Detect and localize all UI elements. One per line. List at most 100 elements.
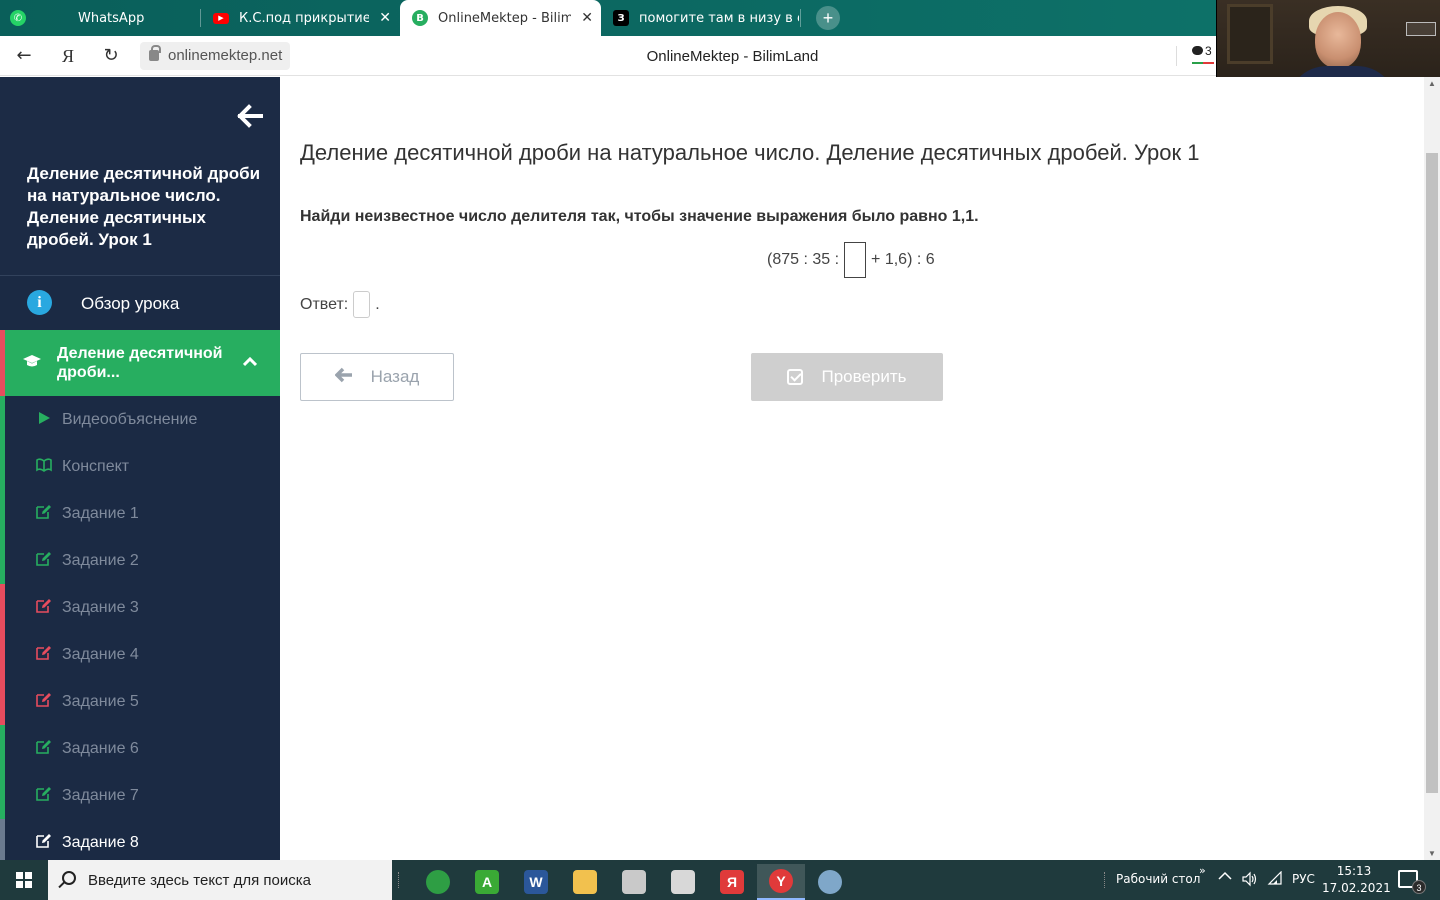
unknown-divisor-box [844, 242, 867, 278]
sidebar-item-6[interactable]: Задание 4 [0, 631, 280, 678]
toolbar-expand-icon[interactable]: » [1199, 864, 1206, 877]
roblox-icon [671, 870, 695, 894]
tray-overflow-icon[interactable] [1218, 870, 1232, 884]
window-restore-icon[interactable] [1406, 22, 1436, 36]
autocad-app[interactable]: A [463, 864, 511, 900]
word-app[interactable]: W [512, 864, 560, 900]
sidebar-lesson-title: Деление десятичной дроби на натуральное … [27, 164, 261, 249]
sidebar-item-10[interactable]: Задание 8 [0, 819, 280, 860]
sidebar-item-4[interactable]: Задание 2 [0, 537, 280, 584]
close-tab-icon[interactable]: ✕ [581, 10, 593, 26]
info-icon: i [27, 290, 52, 315]
edit-icon [36, 833, 52, 852]
section-status-bar [0, 330, 5, 396]
comment-indicator [1192, 62, 1214, 64]
explorer-app[interactable] [561, 864, 609, 900]
expression-right: + 1,6) : 6 [871, 251, 935, 268]
znanija-icon: З [613, 10, 629, 26]
item-status-bar [0, 537, 5, 584]
checkbox-icon [787, 369, 804, 385]
back-button[interactable]: Назад [300, 353, 454, 401]
sidebar-item-overview[interactable]: i Обзор урока [0, 277, 280, 330]
search-icon [62, 871, 76, 885]
sidebar-item-9[interactable]: Задание 7 [0, 772, 280, 819]
toolbar-divider [1176, 46, 1177, 66]
sidebar-item-7[interactable]: Задание 5 [0, 678, 280, 725]
sidebar-item-label: Задание 4 [62, 645, 139, 663]
sidebar-item-label: Задание 6 [62, 739, 139, 757]
sidebar-item-5[interactable]: Задание 3 [0, 584, 280, 631]
background-painting [1227, 4, 1273, 64]
tab-znanija[interactable]: З помогите там в низу в оте [601, 0, 799, 36]
roblox-app[interactable] [659, 864, 707, 900]
new-tab-button[interactable]: + [816, 6, 840, 30]
sidebar-item-2[interactable]: Конспект [0, 443, 280, 490]
chrome-app[interactable] [414, 864, 462, 900]
desktop-toolbar[interactable]: Рабочий стол [1116, 872, 1200, 886]
sidebar-item-label: Задание 1 [62, 504, 139, 522]
check-button[interactable]: Проверить [751, 353, 943, 401]
task-instruction: Найди неизвестное число делителя так, чт… [300, 208, 979, 225]
edit-icon [36, 692, 52, 711]
play-icon [36, 411, 52, 429]
start-button[interactable] [0, 860, 48, 900]
item-status-bar [0, 725, 5, 772]
paint-app[interactable] [806, 864, 854, 900]
taskbar-separator [398, 872, 400, 888]
sidebar-item-label: Задание 2 [62, 551, 139, 569]
graduation-cap-icon [22, 354, 42, 375]
sidebar-item-label: Конспект [62, 457, 130, 475]
sidebar-item-8[interactable]: Задание 6 [0, 725, 280, 772]
comment-count: 3 [1205, 44, 1212, 58]
whatsapp-icon: ✆ [10, 10, 26, 26]
volume-icon[interactable] [1241, 871, 1257, 890]
youtube-icon: ▶ [213, 12, 229, 24]
notification-count: 3 [1412, 880, 1426, 894]
page-title: Деление десятичной дроби на натуральное … [300, 140, 1200, 165]
item-status-bar [0, 584, 5, 631]
yandex-app[interactable]: Я [708, 864, 756, 900]
lesson-sidebar: Деление десятичной дроби на натуральное … [0, 77, 280, 860]
comments-button[interactable]: 3 [1192, 44, 1214, 64]
sidebar-item-1[interactable]: Видеообъяснение [0, 396, 280, 443]
clock-date: 17.02.2021 [1322, 881, 1391, 895]
tab-separator [800, 9, 801, 27]
windows-taskbar: Введите здесь текст для поиска A W Я Y Рабо… [0, 860, 1440, 900]
edit-icon [36, 598, 52, 617]
edit-icon [36, 504, 52, 523]
language-indicator[interactable]: РУС [1292, 872, 1315, 886]
item-status-bar [0, 631, 5, 678]
tab-youtube[interactable]: ▶ К.С.под прикрытием - С ✕ [201, 0, 399, 36]
sidebar-item-3[interactable]: Задание 1 [0, 490, 280, 537]
tab-whatsapp[interactable]: ✆ WhatsApp [0, 0, 200, 36]
scroll-down-icon[interactable]: ▼ [1428, 849, 1436, 858]
edit-icon [36, 739, 52, 758]
sidebar-item-label: Задание 7 [62, 786, 139, 804]
page-scrollbar[interactable]: ▲ ▼ [1424, 77, 1440, 860]
sidebar-item-label: Задание 3 [62, 598, 139, 616]
tab-onlinemektep[interactable]: B OnlineMektep - BilimLa ✕ [400, 0, 601, 36]
answer-input[interactable] [353, 291, 371, 318]
collapse-sidebar-icon[interactable] [237, 103, 263, 129]
presenter-face [1315, 12, 1361, 68]
sidebar-section-current[interactable]: Деление десятичной дроби... [0, 330, 280, 396]
taskbar-separator [1104, 872, 1105, 888]
paint-icon [818, 870, 842, 894]
tab-label: OnlineMektep - BilimLa [438, 10, 571, 26]
yandex-icon: Я [720, 870, 744, 894]
item-status-bar [0, 490, 5, 537]
wifi-icon[interactable] [1267, 870, 1283, 890]
scrollbar-thumb[interactable] [1426, 153, 1438, 793]
item-status-bar [0, 396, 5, 443]
yandex-browser-app[interactable]: Y [757, 864, 805, 900]
notification-center-icon[interactable]: 3 [1398, 870, 1426, 894]
scroll-up-icon[interactable]: ▲ [1428, 79, 1436, 88]
yandex-browser-icon: Y [769, 869, 793, 893]
store-app[interactable] [610, 864, 658, 900]
chevron-up-icon[interactable] [242, 352, 258, 371]
word-icon: W [524, 870, 548, 894]
clock-time: 15:13 [1336, 864, 1372, 878]
close-tab-icon[interactable]: ✕ [379, 10, 391, 26]
taskbar-search[interactable]: Введите здесь текст для поиска [48, 860, 392, 900]
system-clock[interactable]: 15:13 17.02.2021 [1322, 863, 1391, 897]
